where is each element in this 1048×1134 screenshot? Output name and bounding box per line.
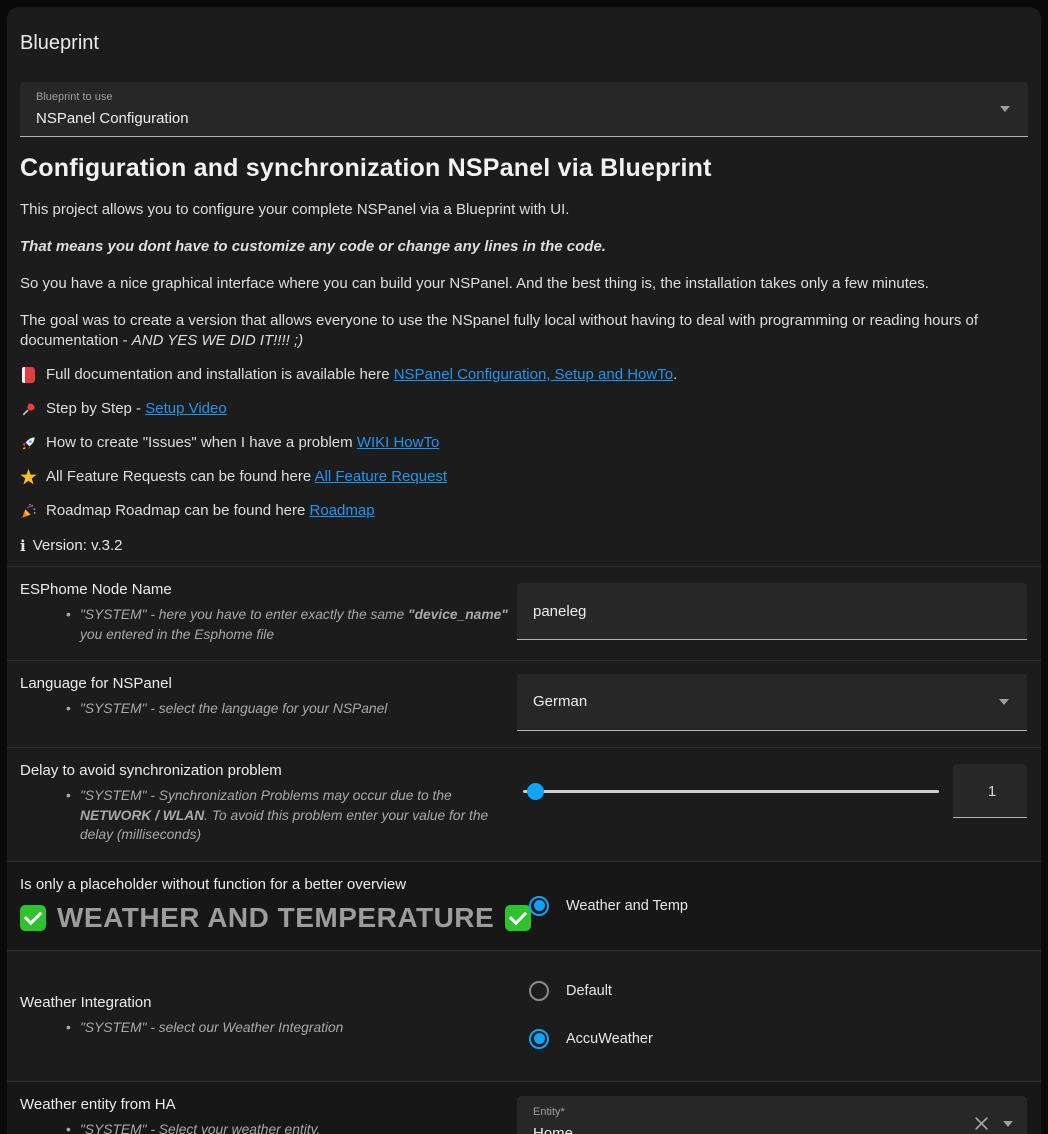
intro-paragraph-3: So you have a nice graphical interface w… (20, 274, 1028, 294)
row-weather-integration: Weather Integration "SYSTEM" - select ou… (7, 950, 1041, 1081)
placeholder-label: Is only a placeholder without function f… (20, 875, 517, 895)
intro-heading: Configuration and synchronization NSPane… (20, 153, 1028, 183)
page-title: Blueprint (20, 31, 1028, 55)
language-select-value: German (517, 674, 1027, 729)
blueprint-select-label: Blueprint to use (36, 91, 112, 103)
doc-link-text: Full documentation and installation is a… (46, 365, 677, 385)
language-select[interactable]: German (517, 674, 1027, 731)
weather-integration-label: Weather Integration (20, 993, 517, 1013)
weather-entity-label: Weather entity from HA (20, 1095, 517, 1115)
wiki-howto-link-text: How to create "Issues" when I have a pro… (46, 433, 439, 453)
rocket-icon (20, 435, 37, 452)
clear-icon[interactable] (973, 1115, 990, 1132)
radio-default[interactable]: Default (517, 981, 1027, 1001)
intro-paragraph-4-italic: AND YES WE DID IT!!!! ;) (132, 332, 303, 349)
esphome-node-name-field[interactable] (517, 583, 1027, 640)
weather-integration-description: "SYSTEM" - select our Weather Integratio… (66, 1018, 517, 1038)
delay-description: "SYSTEM" - Synchronization Problems may … (66, 786, 517, 845)
version-line: i Version: v.3.2 (20, 536, 1028, 556)
chevron-down-icon[interactable] (1000, 106, 1010, 112)
form-rows: ESPhome Node Name "SYSTEM" - here you ha… (7, 566, 1041, 1134)
pushpin-icon (20, 401, 37, 418)
chevron-down-icon[interactable] (999, 699, 1009, 705)
feature-request-link-text: All Feature Requests can be found here A… (46, 467, 447, 487)
roadmap-link-item: Roadmap Roadmap can be found here Roadma… (20, 501, 1028, 521)
language-label: Language for NSPanel (20, 674, 517, 694)
feature-request-link-item: All Feature Requests can be found here A… (20, 467, 1028, 487)
star-icon (20, 469, 37, 486)
esphome-node-name-input[interactable] (517, 583, 1027, 639)
entity-field-label: Entity* (533, 1106, 565, 1118)
row-weather-placeholder: Is only a placeholder without function f… (7, 861, 1041, 950)
slider-thumb[interactable] (527, 783, 544, 800)
setup-video-link-text: Step by Step - Setup Video (46, 399, 227, 419)
weather-entity-description: "SYSTEM" - Select your weather entity. (66, 1120, 517, 1134)
roadmap-link-text: Roadmap Roadmap can be found here Roadma… (46, 501, 375, 521)
weather-temperature-heading-line: WEATHER AND TEMPERATURE (20, 902, 517, 934)
party-popper-icon (20, 503, 37, 520)
language-description: "SYSTEM" - select the language for your … (66, 699, 517, 719)
check-mark-icon (505, 905, 531, 931)
intro-paragraph-4: The goal was to create a version that al… (20, 311, 1028, 351)
doc-link-item: Full documentation and installation is a… (20, 365, 1028, 385)
esphome-node-name-label: ESPhome Node Name (20, 580, 517, 600)
weather-entity-picker[interactable]: Entity* Home (517, 1096, 1027, 1134)
blueprint-select-value: NSPanel Configuration (36, 110, 189, 127)
version-text: Version: v.3.2 (33, 536, 123, 556)
weather-temperature-heading: WEATHER AND TEMPERATURE (57, 902, 494, 934)
wiki-howto-link-item: How to create "Issues" when I have a pro… (20, 433, 1028, 453)
radio-selected-icon[interactable] (529, 896, 549, 916)
row-delay: Delay to avoid synchronization problem "… (7, 747, 1041, 861)
chevron-down-icon[interactable] (1003, 1121, 1013, 1127)
intro-section: Configuration and synchronization NSPane… (20, 153, 1028, 556)
wiki-howto-link[interactable]: WIKI HowTo (357, 434, 440, 451)
radio-weather-and-temp-label: Weather and Temp (566, 898, 688, 914)
delay-slider[interactable] (517, 764, 941, 818)
red-book-icon (20, 367, 37, 384)
radio-default-label: Default (566, 983, 612, 999)
doc-link[interactable]: NSPanel Configuration, Setup and HowTo (394, 366, 673, 383)
slider-track[interactable] (523, 790, 939, 793)
intro-paragraph-2: That means you dont have to customize an… (20, 237, 1028, 257)
row-weather-entity: Weather entity from HA "SYSTEM" - Select… (7, 1081, 1041, 1134)
radio-unselected-icon[interactable] (529, 981, 549, 1001)
delay-value-field[interactable] (953, 764, 1027, 818)
setup-video-link-item: Step by Step - Setup Video (20, 399, 1028, 419)
page-background: Blueprint Blueprint to use NSPanel Confi… (0, 0, 1048, 1134)
row-esphome-node-name: ESPhome Node Name "SYSTEM" - here you ha… (7, 566, 1041, 660)
delay-value-input[interactable] (953, 764, 1031, 819)
blueprint-select[interactable]: Blueprint to use NSPanel Configuration (20, 82, 1028, 137)
feature-request-link[interactable]: All Feature Request (315, 468, 448, 485)
radio-accuweather-label: AccuWeather (566, 1031, 653, 1047)
roadmap-link[interactable]: Roadmap (310, 502, 375, 519)
check-mark-icon (20, 905, 46, 931)
delay-label: Delay to avoid synchronization problem (20, 761, 517, 781)
row-language: Language for NSPanel "SYSTEM" - select t… (7, 660, 1041, 747)
radio-weather-and-temp[interactable]: Weather and Temp (517, 896, 688, 916)
radio-selected-icon[interactable] (529, 1029, 549, 1049)
esphome-node-name-description: "SYSTEM" - here you have to enter exactl… (66, 605, 517, 644)
setup-video-link[interactable]: Setup Video (145, 400, 226, 417)
intro-paragraph-1: This project allows you to configure you… (20, 200, 1028, 220)
blueprint-card: Blueprint Blueprint to use NSPanel Confi… (7, 7, 1041, 1134)
entity-field-value: Home (533, 1125, 573, 1134)
info-icon: i (20, 536, 26, 556)
radio-accuweather[interactable]: AccuWeather (517, 1029, 1027, 1049)
